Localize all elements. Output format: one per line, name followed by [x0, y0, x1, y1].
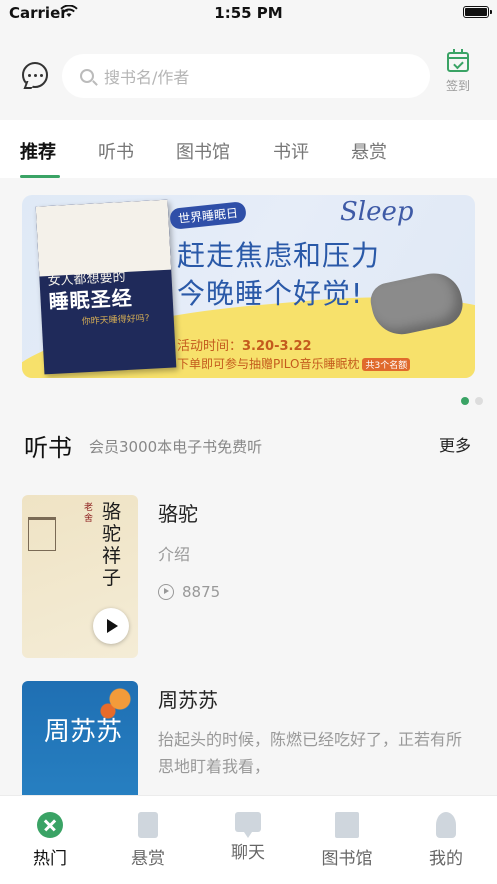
promo-banner[interactable]: Sleep 女人都想要的 睡眠圣经 你昨天睡得好吗? 世界睡眠日 赶走焦虑和压力…: [22, 195, 475, 378]
calendar-check-icon: [447, 49, 469, 72]
page-dot: [475, 397, 483, 405]
book-description: 抬起头的时候，陈燃已经吃好了，正若有所思地盯着我看，: [158, 730, 463, 776]
tab-library[interactable]: 图书馆: [176, 138, 230, 164]
book-title[interactable]: 周苏苏: [158, 684, 218, 713]
banner-book-question: 你昨天睡得好吗?: [81, 313, 150, 328]
checkin-button[interactable]: 签到: [440, 49, 476, 94]
gate-illustration: [28, 517, 56, 551]
clock: 1:55 PM: [214, 4, 283, 22]
search-icon: [80, 69, 94, 83]
banner-headline-line1: 赶走焦虑和压力: [177, 239, 381, 272]
tab-recommend[interactable]: 推荐: [20, 138, 56, 164]
search-input[interactable]: 搜书名/作者: [62, 54, 430, 98]
tab-active-indicator: [20, 175, 60, 178]
header: 搜书名/作者 签到: [0, 28, 497, 120]
nav-label: 悬赏: [131, 849, 165, 869]
play-button[interactable]: [93, 608, 129, 644]
banner-sleep-word: Sleep: [340, 197, 414, 227]
reward-icon: [138, 812, 158, 838]
play-count: 8875: [158, 583, 220, 601]
status-bar: Carrier 1:55 PM: [0, 0, 497, 28]
nav-hot[interactable]: 热门: [10, 796, 90, 884]
section-subtitle: 会员3000本电子书免费听: [89, 438, 263, 456]
play-count-value: 8875: [182, 583, 221, 601]
book-description: 介绍: [158, 545, 191, 564]
profile-icon: [436, 812, 456, 838]
banner-headline-line2: 今晚睡个好觉!: [177, 277, 364, 310]
battery-icon: [463, 6, 492, 18]
cover-title: 周苏苏: [44, 717, 123, 747]
nav-label: 我的: [429, 849, 463, 869]
nav-label: 图书馆: [321, 849, 373, 869]
tab-audiobooks[interactable]: 听书: [98, 138, 134, 164]
cover-author: 老舍: [84, 503, 94, 524]
banner-book-title: 睡眠圣经: [48, 285, 134, 315]
nav-reward[interactable]: 悬赏: [108, 796, 188, 884]
tab-reviews[interactable]: 书评: [273, 138, 309, 164]
tab-rewards[interactable]: 悬赏: [351, 138, 387, 164]
nav-library[interactable]: 图书馆: [307, 796, 387, 884]
tab-bar: 推荐 听书 图书馆 书评 悬赏: [0, 120, 497, 178]
search-placeholder: 搜书名/作者: [104, 68, 190, 87]
cover-title: 骆驼祥子: [102, 501, 122, 589]
more-link[interactable]: 更多: [439, 432, 471, 456]
page-dot-active: [461, 397, 469, 405]
nav-label: 聊天: [231, 843, 265, 863]
message-icon[interactable]: [22, 62, 48, 88]
banner-badge: 世界睡眠日: [169, 201, 247, 230]
nav-chat[interactable]: 聊天: [208, 796, 288, 884]
bottom-nav: 热门 悬赏 聊天 图书馆 我的: [0, 795, 497, 884]
book-title[interactable]: 骆驼: [158, 498, 198, 527]
banner-book-cover: 女人都想要的 睡眠圣经 你昨天睡得好吗?: [35, 199, 177, 375]
library-icon: [335, 812, 359, 838]
banner-event-time: 活动时间：3.20-3.22: [177, 339, 312, 354]
nav-label: 热门: [33, 849, 67, 869]
section-title: 听书: [24, 434, 72, 462]
banner-draw-tag: 共3个名额: [362, 358, 411, 371]
checkin-label: 签到: [445, 79, 470, 93]
hot-icon: [37, 812, 63, 838]
play-count-icon: [158, 584, 174, 600]
nav-profile[interactable]: 我的: [406, 796, 486, 884]
banner-headline: 赶走焦虑和压力 今晚睡个好觉!: [177, 237, 380, 313]
chat-icon: [235, 812, 261, 838]
banner-draw-text: 下单即可参与抽赠PILO音乐睡眠枕 共3个名额: [177, 355, 411, 372]
